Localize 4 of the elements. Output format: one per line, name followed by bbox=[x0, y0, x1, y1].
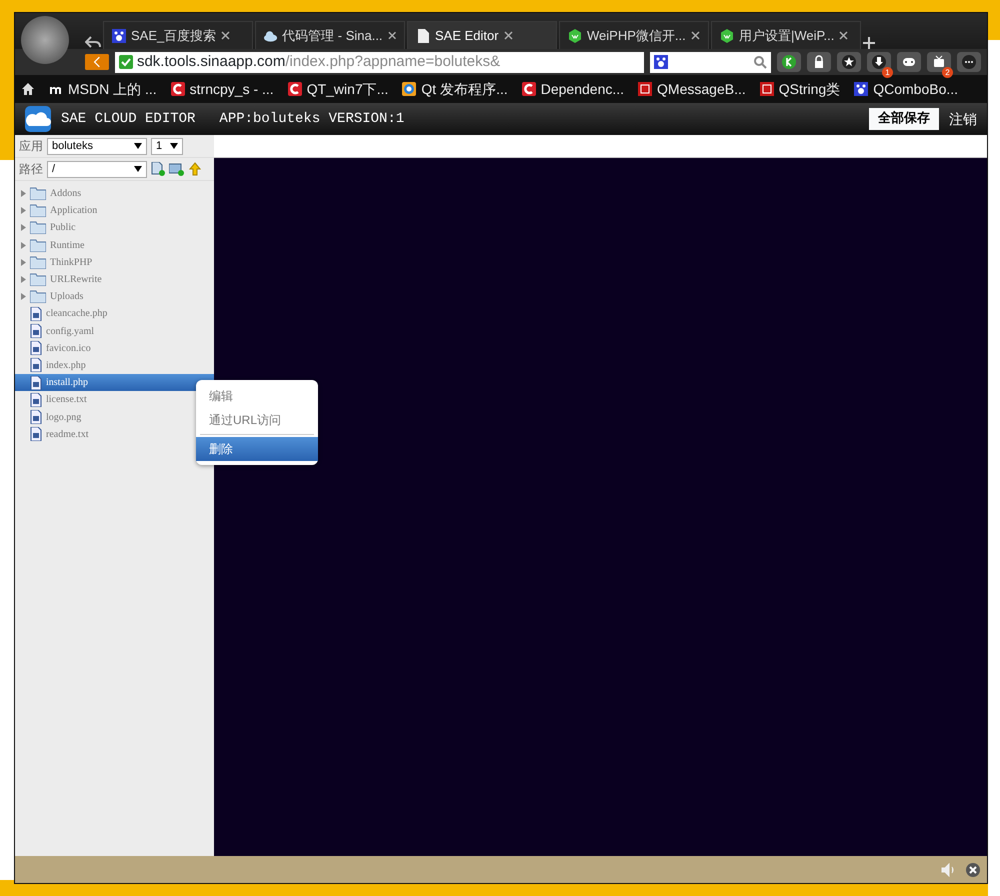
app-version-info: APP:boluteks VERSION:1 bbox=[219, 110, 404, 128]
field-label: 应用 bbox=[19, 138, 43, 155]
field-label: 路径 bbox=[19, 161, 43, 178]
app-title: SAE CLOUD EDITOR bbox=[61, 110, 196, 128]
